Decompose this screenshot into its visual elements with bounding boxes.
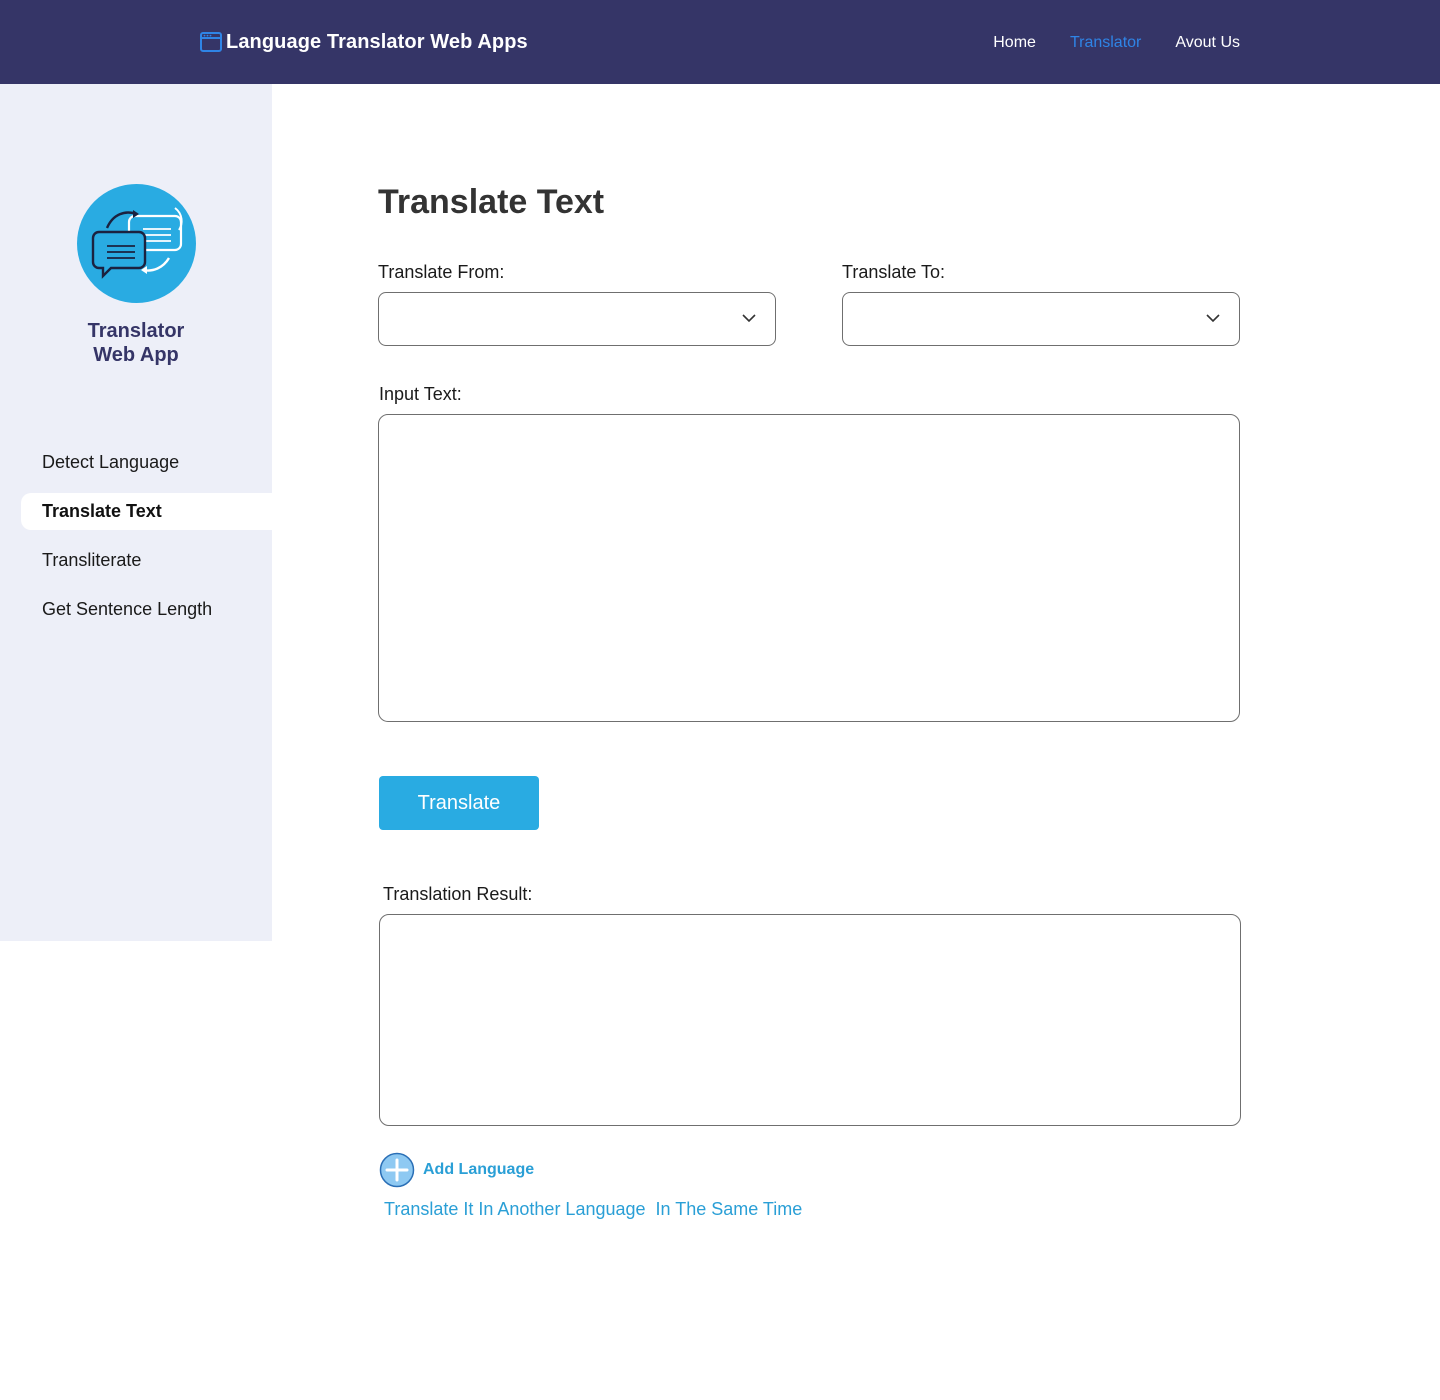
- sidebar-item-transliterate[interactable]: Transliterate: [21, 542, 272, 579]
- sidebar-item-get-sentence-length[interactable]: Get Sentence Length: [21, 591, 272, 628]
- sidebar-item-detect-language[interactable]: Detect Language: [21, 444, 272, 481]
- logo-line-1: Translator: [87, 320, 185, 342]
- nav-about-us-link[interactable]: Avout Us: [1175, 34, 1240, 52]
- chat-bubbles-translate-icon: [77, 184, 196, 303]
- nav-translator-link[interactable]: Translator: [1070, 34, 1141, 52]
- nav-home-link[interactable]: Home: [993, 34, 1036, 52]
- top-navigation-bar: Language Translator Web Apps Home Transl…: [0, 0, 1440, 84]
- sidebar-item-translate-text[interactable]: Translate Text: [21, 493, 272, 530]
- plus-circle-icon: [379, 1152, 415, 1188]
- browser-window-icon: [200, 31, 222, 53]
- chevron-down-icon: [742, 314, 756, 323]
- add-language-label: Add Language: [423, 1161, 535, 1178]
- add-language-hint: Translate It In Another Language In The …: [384, 1199, 803, 1219]
- main-nav: Home Translator Avout Us: [993, 34, 1240, 52]
- translate-from-select[interactable]: [378, 292, 776, 346]
- logo-line-2: Web App: [93, 344, 179, 366]
- input-text-area[interactable]: [378, 414, 1240, 722]
- add-language-button[interactable]: Add Language: [379, 1152, 534, 1188]
- sidebar: Translator Web App Detect Language Trans…: [0, 84, 272, 941]
- translation-result-area[interactable]: [379, 914, 1241, 1126]
- chevron-down-icon: [1206, 314, 1220, 323]
- brand[interactable]: Language Translator Web Apps: [200, 29, 528, 55]
- translate-to-select[interactable]: [842, 292, 1240, 346]
- translate-button[interactable]: Translate: [379, 776, 539, 830]
- input-text-label: Input Text:: [379, 384, 462, 404]
- translation-result-label: Translation Result:: [383, 884, 533, 904]
- sidebar-menu: Detect Language Translate Text Translite…: [21, 444, 272, 640]
- sidebar-logo-text: Translator Web App: [0, 319, 272, 367]
- translate-to-label: Translate To:: [842, 262, 946, 282]
- page-title: Translate Text: [378, 183, 605, 221]
- app-title: Language Translator Web Apps: [226, 30, 528, 53]
- translate-from-label: Translate From:: [378, 262, 505, 282]
